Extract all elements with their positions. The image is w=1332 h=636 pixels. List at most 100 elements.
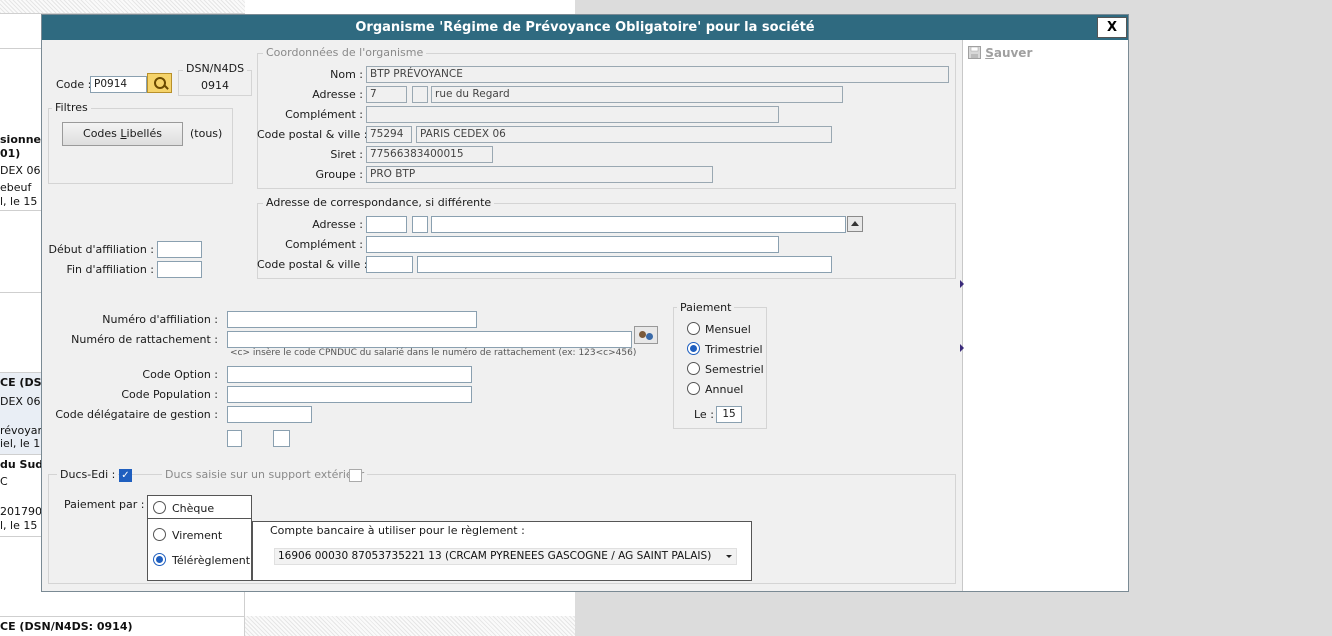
complement-label: Complément : xyxy=(285,108,363,121)
search-icon[interactable] xyxy=(147,73,172,93)
fin-affiliation-input[interactable] xyxy=(157,261,202,278)
code-label: Code : xyxy=(56,78,92,91)
background-hatch-bottom xyxy=(245,616,575,636)
corr-adresse-numero-input[interactable] xyxy=(366,216,407,233)
adresse-bis-field[interactable] xyxy=(412,86,428,103)
label-telereglement: Télérèglement xyxy=(172,554,251,567)
dialog-title: Organisme 'Régime de Prévoyance Obligato… xyxy=(42,15,1128,40)
splitter-marker xyxy=(960,280,964,288)
background-hatch xyxy=(0,0,245,14)
code-delegataire-label: Code délégataire de gestion : xyxy=(55,408,218,421)
code-option-input[interactable] xyxy=(227,366,472,383)
groupe-field[interactable]: PRO BTP xyxy=(366,166,713,183)
label-annuel: Annuel xyxy=(705,383,744,396)
cp-ville-label: Code postal & ville : xyxy=(257,128,368,141)
filters-group xyxy=(48,108,233,184)
code-option-label: Code Option : xyxy=(142,368,218,381)
floppy-disk-icon xyxy=(968,46,981,59)
nom-label: Nom : xyxy=(330,68,363,81)
correspondance-title: Adresse de correspondance, si différente xyxy=(263,196,495,209)
corr-cp-ville-label: Code postal & ville : xyxy=(257,258,368,271)
ducs-checkbox[interactable]: ✓ xyxy=(119,469,132,482)
save-button[interactable]: Sauver xyxy=(968,46,1032,60)
scroll-up-icon[interactable] xyxy=(847,216,863,232)
numero-affiliation-label: Numéro d'affiliation : xyxy=(102,313,218,326)
code-input[interactable]: P0914 xyxy=(90,76,147,93)
corr-adresse-bis-input[interactable] xyxy=(412,216,428,233)
radio-telereglement[interactable] xyxy=(153,553,166,566)
label-semestriel: Semestriel xyxy=(705,363,764,376)
code-population-input[interactable] xyxy=(227,386,472,403)
complement-field[interactable] xyxy=(366,106,779,123)
paiement-par-divider xyxy=(147,518,252,519)
le-label: Le : xyxy=(694,408,714,421)
codes-libelles-label-post: ibellés xyxy=(126,127,162,140)
corr-ville-input[interactable] xyxy=(417,256,832,273)
compte-label: Compte bancaire à utiliser pour le règle… xyxy=(270,524,525,537)
groupe-label: Groupe : xyxy=(315,168,363,181)
background-list-item[interactable]: DEX 06 xyxy=(0,395,40,408)
paiement-par-label: Paiement par : xyxy=(64,498,145,511)
ducs-support-checkbox[interactable] xyxy=(349,469,362,482)
save-mnemonic: S xyxy=(985,46,994,60)
ville-field[interactable]: PARIS CEDEX 06 xyxy=(416,126,832,143)
fin-affiliation-label: Fin d'affiliation : xyxy=(66,263,154,276)
filters-title: Filtres xyxy=(52,101,91,114)
corr-adresse-rue-input[interactable] xyxy=(431,216,846,233)
background-list-item[interactable]: C xyxy=(0,475,8,488)
debut-affiliation-input[interactable] xyxy=(157,241,202,258)
numero-affiliation-input[interactable] xyxy=(227,311,477,328)
nom-field[interactable]: BTP PRÉVOYANCE xyxy=(366,66,949,83)
label-virement: Virement xyxy=(172,529,223,542)
people-icon[interactable] xyxy=(634,326,658,344)
codes-libelles-button[interactable]: Codes Libellés xyxy=(62,122,183,146)
corr-complement-input[interactable] xyxy=(366,236,779,253)
paiement-title: Paiement xyxy=(677,301,735,314)
background-list-item[interactable]: 201790 xyxy=(0,505,42,518)
siret-field[interactable]: 77566383400015 xyxy=(366,146,493,163)
ducs-label: Ducs-Edi : xyxy=(57,468,119,481)
corr-complement-label: Complément : xyxy=(285,238,363,251)
dsn-value: 0914 xyxy=(201,79,229,92)
background-list-item[interactable]: 01) xyxy=(0,147,20,160)
corr-adresse-label: Adresse : xyxy=(312,218,363,231)
background-list-item[interactable]: l, le 15 xyxy=(0,195,37,208)
code-delegataire-input[interactable] xyxy=(227,406,312,423)
action-pane: Sauver xyxy=(962,40,1128,591)
background-list-item[interactable]: DEX 06 xyxy=(0,164,40,177)
radio-mensuel[interactable] xyxy=(687,322,700,335)
radio-trimestriel[interactable] xyxy=(687,342,700,355)
label-cheque: Chèque xyxy=(172,502,215,515)
rattachement-hint: <c> insère le code CPNDUC du salarié dan… xyxy=(230,348,637,358)
background-list-item[interactable]: ebeuf xyxy=(0,181,31,194)
radio-virement[interactable] xyxy=(153,528,166,541)
siret-label: Siret : xyxy=(330,148,363,161)
numero-rattachement-label: Numéro de rattachement : xyxy=(71,333,218,346)
splitter-marker xyxy=(960,344,964,352)
extra-input-2[interactable] xyxy=(273,430,290,447)
ducs-support-label: Ducs saisie sur un support extérieur xyxy=(162,468,368,481)
compte-select[interactable]: 16906 00030 87053735221 13 (CRCAM PYRENE… xyxy=(274,548,737,565)
chevron-down-icon[interactable] xyxy=(721,548,737,565)
organisme-title: Coordonnées de l'organisme xyxy=(263,46,427,59)
radio-semestriel[interactable] xyxy=(687,362,700,375)
cp-field[interactable]: 75294 xyxy=(366,126,412,143)
background-list-item[interactable]: l, le 15 xyxy=(0,519,37,532)
close-button[interactable]: X xyxy=(1097,17,1127,38)
background-divider xyxy=(0,616,245,617)
filters-all-label: (tous) xyxy=(190,127,223,140)
adresse-numero-field[interactable]: 7 xyxy=(366,86,407,103)
numero-rattachement-input[interactable] xyxy=(227,331,632,348)
background-list-item[interactable]: CE (DSN/N4DS: 0914) xyxy=(0,620,133,633)
save-label: auver xyxy=(993,46,1033,60)
le-input[interactable]: 15 xyxy=(716,406,742,423)
radio-annuel[interactable] xyxy=(687,382,700,395)
code-population-label: Code Population : xyxy=(121,388,218,401)
codes-libelles-label-pre: Codes xyxy=(83,127,121,140)
organisme-dialog: Organisme 'Régime de Prévoyance Obligato… xyxy=(41,14,1129,592)
adresse-rue-field[interactable]: rue du Regard xyxy=(431,86,843,103)
radio-cheque[interactable] xyxy=(153,501,166,514)
corr-cp-input[interactable] xyxy=(366,256,413,273)
background-list-item[interactable]: sionnel xyxy=(0,133,45,146)
extra-input-1[interactable] xyxy=(227,430,242,447)
